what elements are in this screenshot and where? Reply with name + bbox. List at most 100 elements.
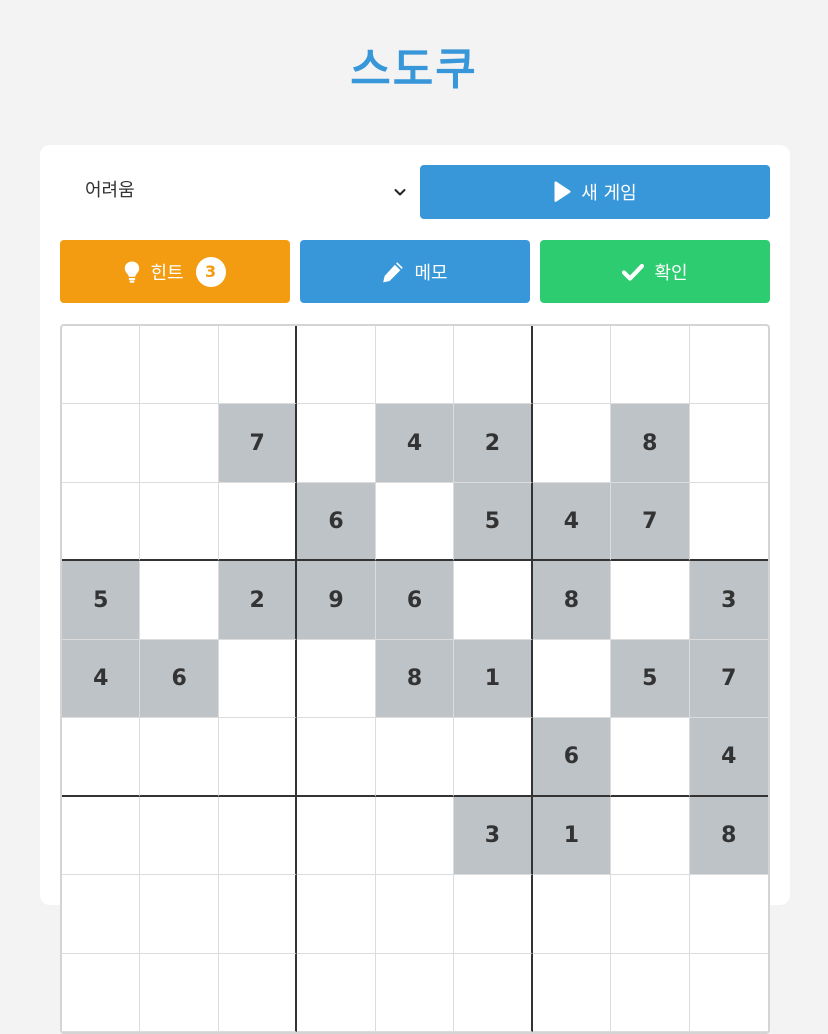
sudoku-cell-r6c8[interactable] [611,718,690,797]
sudoku-cell-r8c4[interactable] [297,875,376,954]
sudoku-cell-r2c3[interactable]: 7 [218,404,298,483]
hint-button[interactable]: 힌트 3 [60,240,290,303]
sudoku-cell-r2c1[interactable] [62,404,141,483]
pencil-icon [383,261,404,282]
lightbulb-icon [125,261,140,283]
sudoku-cell-r8c9[interactable] [689,875,768,954]
sudoku-cell-r8c3[interactable] [218,875,298,954]
sudoku-cell-r7c7[interactable]: 1 [532,796,612,876]
sudoku-cell-r7c6[interactable]: 3 [454,796,533,876]
sudoku-cell-r9c4[interactable] [297,953,376,1032]
page-title: 스도쿠 [350,44,478,95]
new-game-label: 새 게임 [581,183,637,204]
sudoku-cell-r8c7[interactable] [532,875,612,954]
check-label: 확인 [654,262,688,284]
sudoku-cell-r1c5[interactable] [375,326,455,405]
sudoku-cell-r2c7[interactable] [532,404,612,483]
memo-label: 메모 [414,262,448,284]
sudoku-cell-r8c5[interactable] [375,875,455,954]
sudoku-cell-r8c8[interactable] [611,875,690,954]
sudoku-cell-r6c3[interactable] [218,718,298,797]
sudoku-cell-r3c8[interactable]: 7 [611,482,690,562]
sudoku-cell-r7c2[interactable] [140,796,219,876]
sudoku-cell-r7c4[interactable] [297,796,376,876]
sudoku-cell-r4c1[interactable]: 5 [62,561,141,640]
sudoku-cell-r9c6[interactable] [454,953,533,1032]
sudoku-cell-r2c4[interactable] [297,404,376,483]
sudoku-cell-r5c6[interactable]: 1 [454,639,533,719]
sudoku-board: 7428654752968346815764318 [60,324,770,1034]
sudoku-cell-r9c2[interactable] [140,953,219,1032]
sudoku-cell-r8c6[interactable] [454,875,533,954]
play-icon [554,181,571,202]
difficulty-select[interactable]: 어려움 [60,165,410,219]
sudoku-cell-r8c2[interactable] [140,875,219,954]
sudoku-cell-r5c2[interactable]: 6 [140,639,219,719]
sudoku-cell-r5c4[interactable] [297,639,376,719]
sudoku-cell-r9c9[interactable] [689,954,768,1032]
sudoku-cell-r6c1[interactable] [62,718,141,797]
sudoku-cell-r1c6[interactable] [454,326,533,405]
sudoku-cell-r2c6[interactable]: 2 [454,404,533,483]
sudoku-cell-r6c6[interactable] [454,718,533,797]
sudoku-cell-r4c8[interactable] [611,561,690,640]
sudoku-cell-r6c4[interactable] [297,718,376,797]
sudoku-cell-r3c1[interactable] [62,482,141,562]
sudoku-cell-r5c9[interactable]: 7 [689,639,768,719]
sudoku-cell-r1c7[interactable] [532,326,612,405]
sudoku-cell-r6c2[interactable] [140,718,219,797]
sudoku-cell-r7c5[interactable] [375,796,455,876]
sudoku-cell-r5c7[interactable] [532,639,612,719]
chevron-down-icon [394,189,406,196]
sudoku-cell-r4c2[interactable] [140,561,219,640]
sudoku-cell-r3c7[interactable]: 4 [532,482,612,562]
sudoku-cell-r1c9[interactable] [689,326,768,405]
sudoku-cell-r9c8[interactable] [611,953,690,1032]
sudoku-cell-r7c8[interactable] [611,796,690,876]
sudoku-cell-r5c1[interactable]: 4 [62,639,141,719]
sudoku-cell-r6c7[interactable]: 6 [532,718,612,797]
sudoku-cell-r3c9[interactable] [689,483,768,562]
sudoku-cell-r4c5[interactable]: 6 [375,561,455,640]
sudoku-cell-r2c9[interactable] [689,404,768,483]
sudoku-cell-r5c8[interactable]: 5 [611,639,690,719]
sudoku-cell-r7c1[interactable] [62,796,141,876]
hint-count-badge: 3 [195,256,226,287]
sudoku-cell-r5c3[interactable] [218,639,298,719]
sudoku-cell-r1c3[interactable] [218,326,298,405]
sudoku-cell-r1c4[interactable] [297,326,376,405]
sudoku-cell-r9c3[interactable] [218,953,298,1032]
sudoku-cell-r7c3[interactable] [218,796,298,876]
sudoku-cell-r3c6[interactable]: 5 [454,482,533,562]
difficulty-select-value: 어려움 [85,180,135,201]
sudoku-cell-r4c7[interactable]: 8 [532,561,612,640]
sudoku-cell-r6c9[interactable]: 4 [689,718,768,797]
sudoku-cell-r3c4[interactable]: 6 [297,482,376,562]
checkmark-icon [622,263,645,281]
sudoku-cell-r3c5[interactable] [375,482,455,562]
check-button[interactable]: 확인 [540,240,770,303]
game-panel: 어려움 새 게임 힌트 3 메모 확인 74286547529683468157 [40,145,790,1034]
sudoku-cell-r4c6[interactable] [454,561,533,640]
sudoku-cell-r9c1[interactable] [62,953,141,1032]
sudoku-cell-r9c7[interactable] [532,953,612,1032]
sudoku-cell-r2c5[interactable]: 4 [375,404,455,483]
sudoku-cell-r4c4[interactable]: 9 [297,561,376,640]
sudoku-cell-r6c5[interactable] [375,718,455,797]
hint-label: 힌트 [150,262,184,284]
sudoku-cell-r8c1[interactable] [62,875,141,954]
sudoku-cell-r7c9[interactable]: 8 [689,796,768,876]
sudoku-cell-r4c3[interactable]: 2 [218,561,298,640]
new-game-button[interactable]: 새 게임 [420,165,770,219]
sudoku-cell-r4c9[interactable]: 3 [689,561,768,640]
sudoku-cell-r5c5[interactable]: 8 [375,639,455,719]
sudoku-cell-r3c3[interactable] [218,482,298,562]
sudoku-cell-r1c2[interactable] [140,326,219,405]
sudoku-cell-r1c1[interactable] [62,326,141,405]
sudoku-cell-r1c8[interactable] [611,326,690,405]
sudoku-cell-r2c8[interactable]: 8 [611,404,690,483]
sudoku-cell-r3c2[interactable] [140,482,219,562]
sudoku-cell-r9c5[interactable] [375,953,455,1032]
sudoku-cell-r2c2[interactable] [140,404,219,483]
memo-button[interactable]: 메모 [300,240,530,303]
